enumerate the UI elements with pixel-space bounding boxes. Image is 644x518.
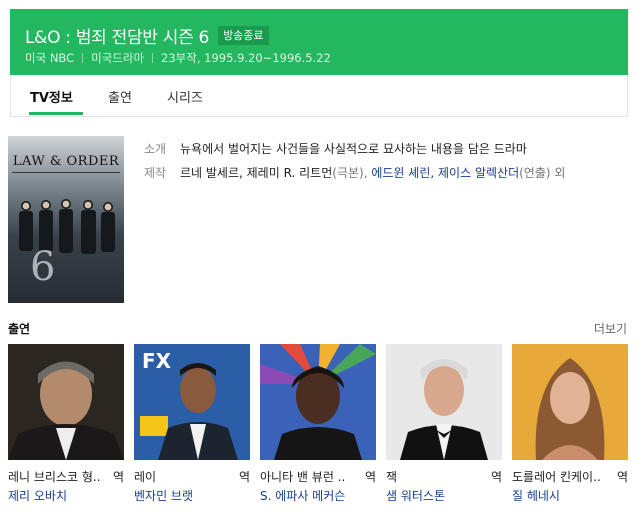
cast-photo[interactable] <box>8 344 124 460</box>
tab-cast[interactable]: 출연 <box>108 87 132 106</box>
cast-photo-art: FX <box>134 344 250 460</box>
role-suffix: 역 <box>238 470 250 484</box>
cast-role: 잭역 <box>386 468 502 485</box>
poster-season-number: 6 <box>30 244 56 290</box>
meta-divider <box>152 53 154 63</box>
production-label: 제작 <box>144 166 167 180</box>
cast-role: 레니 브리스코 형.. 역 <box>8 468 124 485</box>
character-name[interactable]: 레니 브리스코 형.. <box>8 468 111 485</box>
cast-photo[interactable]: FX <box>134 344 250 460</box>
cast-role: 도를레어 킨케이.. 역 <box>512 468 628 485</box>
cast-photo-art <box>512 344 628 460</box>
status-badge: 방송종료 <box>218 25 269 45</box>
meta-genre[interactable]: 미국드라마 <box>91 50 144 66</box>
program-title[interactable]: L&O : 범죄 전담반 시즌 6 <box>25 23 209 48</box>
cast-card[interactable]: FX 레이 역 벤자민 브랫 <box>134 344 250 504</box>
cast-photo[interactable] <box>260 344 376 460</box>
svg-text:FX: FX <box>142 349 172 373</box>
directors-role: (연출) 외 <box>519 166 566 180</box>
cast-role: 아니타 밴 뷰런 .. 역 <box>260 468 376 485</box>
role-suffix: 역 <box>490 470 502 484</box>
poster-image[interactable]: LAW & ORDER 6 <box>8 136 124 303</box>
poster-cast-silhouettes <box>19 199 115 254</box>
director-link[interactable]: 제이스 알렉산더 <box>438 166 519 180</box>
title-row: L&O : 범죄 전담반 시즌 6 방송종료 <box>25 23 269 48</box>
meta-network[interactable]: 미국 NBC <box>25 50 74 66</box>
meta-episodes: 23부작, 1995.9.20~1996.5.22 <box>161 51 331 65</box>
role-suffix: 역 <box>616 470 628 484</box>
cast-role: 레이 역 <box>134 468 250 485</box>
writers[interactable]: 르네 발세르, 제레미 R. 리트먼 <box>180 166 332 180</box>
role-suffix: 역 <box>364 470 376 484</box>
director-link[interactable]: 에드윈 셰린, <box>371 166 434 180</box>
tab-series[interactable]: 시리즈 <box>167 87 203 106</box>
poster-rule <box>12 172 120 173</box>
active-tab-indicator <box>29 112 83 115</box>
tab-tv-info[interactable]: TV정보 <box>30 87 73 106</box>
actor-name[interactable]: 벤자민 브랫 <box>134 487 250 504</box>
program-meta: 미국 NBC 미국드라마 23부작, 1995.9.20~1996.5.22 <box>25 50 331 66</box>
cast-card[interactable]: 아니타 밴 뷰런 .. 역 S. 에파사 메커슨 <box>260 344 376 504</box>
actor-name[interactable]: S. 에파사 메커슨 <box>260 487 376 504</box>
poster-logo: LAW & ORDER <box>12 154 120 169</box>
role-suffix: 역 <box>112 470 124 484</box>
intro-text: 뉴욕에서 벌어지는 사건들을 사실적으로 묘사하는 내용을 담은 드라마 <box>180 142 527 156</box>
cast-card[interactable]: 도를레어 킨케이.. 역 질 헤네시 <box>512 344 628 504</box>
production-row: 제작 르네 발세르, 제레미 R. 리트먼(극본), 에드윈 셰린, 제이스 알렉… <box>144 164 565 181</box>
more-link[interactable]: 더보기 <box>594 320 627 337</box>
cast-photo[interactable] <box>512 344 628 460</box>
cast-photo-art <box>260 344 376 460</box>
intro-label: 소개 <box>144 142 167 156</box>
intro-row: 소개 뉴욕에서 벌어지는 사건들을 사실적으로 묘사하는 내용을 담은 드라마 <box>144 140 527 157</box>
cast-photo[interactable] <box>386 344 502 460</box>
character-name[interactable]: 아니타 밴 뷰런 .. <box>260 468 363 485</box>
character-name[interactable]: 잭 <box>386 468 489 485</box>
meta-divider <box>82 53 84 63</box>
cast-photo-art <box>8 344 124 460</box>
character-name[interactable]: 도를레어 킨케이.. <box>512 468 615 485</box>
actor-name[interactable]: 질 헤네시 <box>512 487 628 504</box>
writers-role: (극본), <box>332 166 368 180</box>
cast-card[interactable]: 레니 브리스코 형.. 역 제리 오바치 <box>8 344 124 504</box>
actor-name[interactable]: 제리 오바치 <box>8 487 124 504</box>
character-name[interactable]: 레이 <box>134 468 237 485</box>
tab-bar: TV정보 출연 시리즈 <box>10 75 628 117</box>
cast-photo-art <box>386 344 502 460</box>
program-header: L&O : 범죄 전담반 시즌 6 방송종료 미국 NBC 미국드라마 23부작… <box>10 9 628 75</box>
cast-section-title: 출연 <box>8 322 31 336</box>
cast-card[interactable]: 잭역 샘 워터스톤 <box>386 344 502 504</box>
actor-name[interactable]: 샘 워터스톤 <box>386 487 502 504</box>
